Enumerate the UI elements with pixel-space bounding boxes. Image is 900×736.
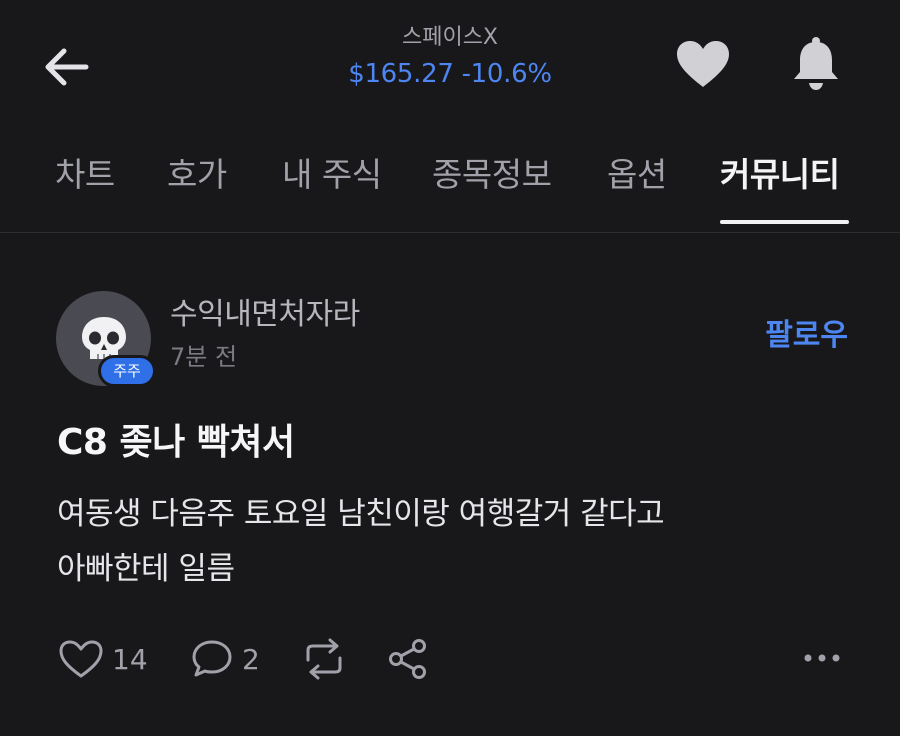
tab-my-stock[interactable]: 내 주식 [282,150,382,200]
notification-button[interactable] [786,34,846,94]
tab-community[interactable]: 커뮤니티 [720,150,840,200]
like-count: 14 [112,642,148,676]
bell-icon [794,37,838,90]
follow-button[interactable]: 팔로우 [748,315,848,357]
tab-chart[interactable]: 차트 [55,150,115,200]
post-body-line: 아빠한테 일름 [57,551,235,587]
comment-count: 2 [242,642,260,676]
heart-outline-icon [59,640,103,678]
back-button[interactable] [36,40,96,94]
favorite-button[interactable] [672,36,734,94]
more-options-button[interactable] [800,640,844,676]
repost-icon [306,638,342,680]
tab-options[interactable]: 옵션 [607,150,667,200]
share-icon [389,639,426,679]
more-icon [804,654,840,662]
price-change: -10.6% [461,59,552,89]
heart-icon [677,41,729,87]
stock-header: 스페이스X $165.27 -10.6% [250,22,650,94]
arrow-left-icon [45,48,89,86]
comment-icon [192,640,232,677]
comment-button[interactable]: 2 [190,636,260,682]
shareholder-badge: 주주 [98,355,156,387]
stock-price: $165.27 -10.6% [250,54,650,94]
tab-order-book[interactable]: 호가 [167,150,227,200]
post-body: 여동생 다음주 토요일 남친이랑 여행갈거 같다고 아빠한테 일름 [57,487,857,597]
author-name[interactable]: 수익내면처자라 [170,294,360,336]
price-value: $165.27 [348,59,454,89]
tab-stock-info[interactable]: 종목정보 [432,150,552,200]
active-tab-indicator [720,220,849,224]
post-title: C8 좆나 빡쳐서 [57,422,295,463]
repost-button[interactable] [300,636,348,682]
share-button[interactable] [386,636,430,682]
tab-divider [0,232,900,233]
like-button[interactable]: 14 [58,636,148,682]
post-body-line: 여동생 다음주 토요일 남친이랑 여행갈거 같다고 [57,496,665,532]
stock-name: 스페이스X [401,25,499,50]
post-time: 7분 전 [170,343,238,371]
